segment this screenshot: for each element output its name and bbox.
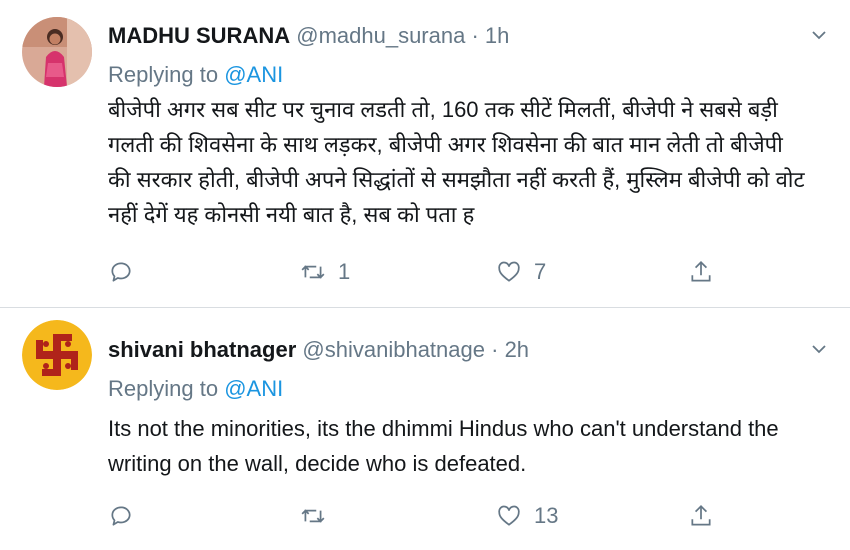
share-icon	[691, 505, 711, 526]
reply-icon	[111, 262, 131, 282]
avatar[interactable]	[22, 320, 92, 390]
tweet-actions: 1 7	[108, 257, 728, 287]
tweet-feed: MADHU SURANA @madhu_surana · 1h Replying…	[0, 0, 850, 550]
replying-to-label: Replying to	[108, 62, 219, 87]
avatar[interactable]	[22, 17, 92, 87]
reply-icon	[111, 506, 131, 526]
tweet-text: बीजेपी अगर सब सीट पर चुनाव लडती तो, 160 …	[108, 97, 805, 227]
mention-link[interactable]: @ANI	[224, 376, 283, 401]
retweet-count: 1	[338, 259, 351, 284]
tweet-text: Its not the minorities, its the dhimmi H…	[108, 416, 779, 476]
share-icon	[691, 261, 711, 282]
chevron-down-icon[interactable]	[810, 340, 828, 358]
tweet[interactable]: MADHU SURANA @madhu_surana · 1h Replying…	[0, 0, 850, 308]
heart-icon	[498, 505, 520, 526]
heart-icon	[498, 261, 520, 282]
separator: ·	[491, 337, 499, 362]
chevron-down-icon[interactable]	[810, 26, 828, 44]
retweet-icon	[301, 265, 325, 279]
handle[interactable]: @madhu_surana	[296, 23, 465, 48]
like-button[interactable]: 13	[496, 501, 558, 531]
timestamp[interactable]: 1h	[485, 23, 509, 48]
display-name[interactable]: MADHU SURANA	[108, 23, 290, 48]
reply-button[interactable]	[108, 257, 134, 287]
tweet-header: shivani bhatnager @shivanibhatnage · 2h	[108, 336, 790, 364]
retweet-button[interactable]	[300, 501, 338, 531]
replying-to: Replying to @ANI	[108, 376, 283, 402]
retweet-button[interactable]: 1	[300, 257, 350, 287]
timestamp[interactable]: 2h	[505, 337, 529, 362]
tweet-actions: 13	[108, 501, 728, 531]
reply-button[interactable]	[108, 501, 134, 531]
like-count: 13	[534, 503, 559, 528]
display-name[interactable]: shivani bhatnager	[108, 337, 296, 362]
retweet-icon	[301, 509, 325, 523]
separator: ·	[471, 23, 479, 48]
replying-to-label: Replying to	[108, 376, 219, 401]
share-button[interactable]	[688, 257, 714, 287]
mention-link[interactable]: @ANI	[224, 62, 283, 87]
replying-to: Replying to @ANI	[108, 62, 283, 88]
like-button[interactable]: 7	[496, 257, 546, 287]
tweet[interactable]: shivani bhatnager @shivanibhatnage · 2h …	[0, 308, 850, 550]
handle[interactable]: @shivanibhatnage	[302, 337, 485, 362]
like-count: 7	[534, 259, 547, 284]
share-button[interactable]	[688, 501, 714, 531]
tweet-header: MADHU SURANA @madhu_surana · 1h	[108, 22, 790, 50]
